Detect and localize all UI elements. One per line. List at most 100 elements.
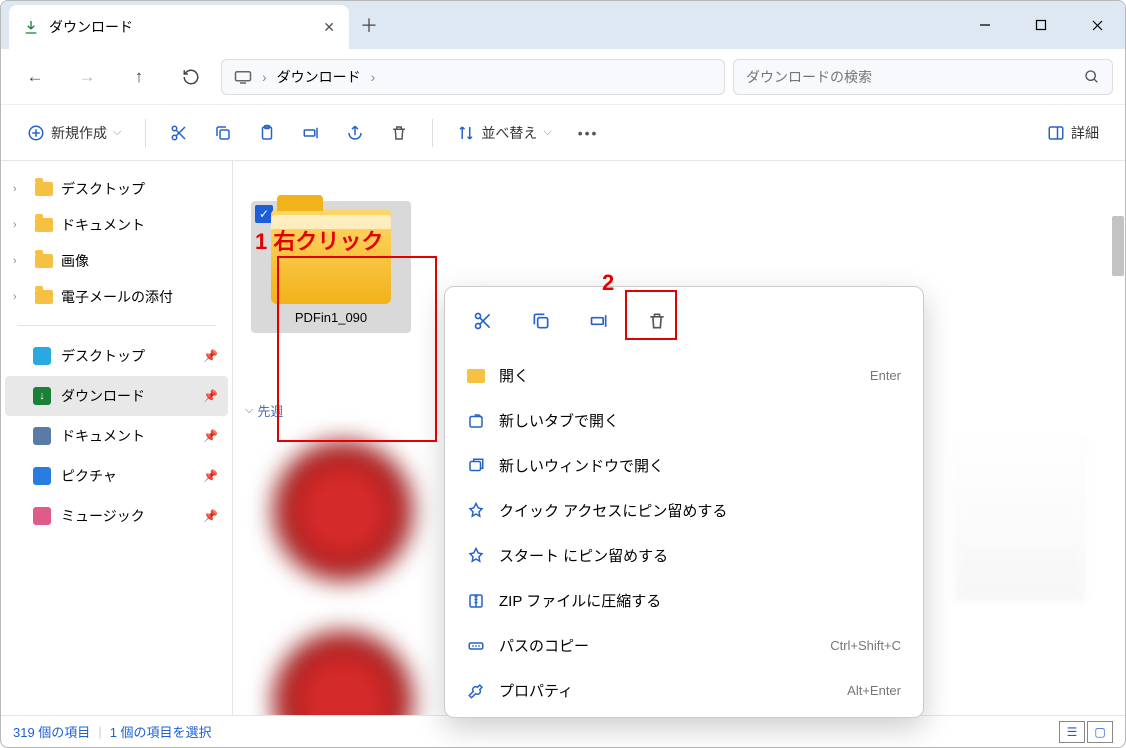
maximize-button[interactable] xyxy=(1013,1,1069,49)
tree-item-label: デスクトップ xyxy=(61,179,145,199)
folder-icon xyxy=(35,254,53,268)
tree-item[interactable]: ›電子メールの添付 xyxy=(5,279,228,315)
context-menu-item[interactable]: スタート にピン留めする xyxy=(445,533,923,578)
tree-item[interactable]: ›ドキュメント xyxy=(5,207,228,243)
close-tab-icon[interactable]: ✕ xyxy=(323,19,335,36)
chevron-right-icon: › xyxy=(371,69,376,85)
separator xyxy=(145,119,146,147)
pin-icon: 📌 xyxy=(203,469,218,483)
blurred-item xyxy=(273,441,413,581)
tree-item[interactable]: › デスクトップ xyxy=(5,171,228,207)
status-selection: 1 個の項目を選択 xyxy=(110,722,212,741)
details-pane-button[interactable]: 詳細 xyxy=(1037,115,1109,151)
copy-icon xyxy=(531,311,551,331)
wrench-icon xyxy=(467,682,485,700)
copy-icon xyxy=(214,124,232,142)
context-menu-item[interactable]: ZIP ファイルに圧縮する xyxy=(445,578,923,623)
rename-icon xyxy=(589,311,609,331)
context-menu-label: 新しいウィンドウで開く xyxy=(499,455,664,476)
tree-item-label: ドキュメント xyxy=(61,215,145,235)
scrollbar-thumb[interactable] xyxy=(1112,216,1124,276)
copy-button[interactable] xyxy=(204,115,242,151)
blurred-item xyxy=(273,631,413,715)
quick-access-label: ミュージック xyxy=(61,506,145,526)
quick-access-label: デスクトップ xyxy=(61,346,145,366)
tree-item-label: 画像 xyxy=(61,251,89,271)
sidebar[interactable]: ›デスクトップ›ドキュメント›画像›電子メールの添付 デスクトップ📌↓ダウンロー… xyxy=(1,161,233,715)
delete-button[interactable] xyxy=(380,115,418,151)
chevron-right-icon: › xyxy=(13,183,27,195)
sort-icon xyxy=(457,124,475,142)
folder-icon xyxy=(35,182,53,196)
search-input[interactable] xyxy=(746,69,1084,85)
pin-icon: 📌 xyxy=(203,509,218,523)
context-quick-actions xyxy=(445,295,923,353)
context-menu-label: パスのコピー xyxy=(499,635,589,656)
quick-access-item[interactable]: デスクトップ📌 xyxy=(5,336,228,376)
titlebar: ダウンロード ✕ ＋ xyxy=(1,1,1125,49)
back-button[interactable]: ← xyxy=(13,57,57,97)
chevron-right-icon: › xyxy=(13,255,27,267)
quick-access-icon xyxy=(33,427,51,445)
quick-access-label: ドキュメント xyxy=(61,426,145,446)
toolbar: 新規作成 ⌵ 並べ替え ⌵ ••• 詳細 xyxy=(1,105,1125,161)
folder-icon xyxy=(467,369,485,383)
close-window-button[interactable] xyxy=(1069,1,1125,49)
monitor-icon xyxy=(234,70,252,84)
sort-button[interactable]: 並べ替え ⌵ xyxy=(447,115,561,151)
refresh-button[interactable] xyxy=(169,57,213,97)
annotation-box-1 xyxy=(277,256,437,442)
context-menu-item[interactable]: 開くEnter xyxy=(445,353,923,398)
pin-icon: 📌 xyxy=(203,389,218,403)
quick-access-item[interactable]: ピクチャ📌 xyxy=(5,456,228,496)
ctx-cut-button[interactable] xyxy=(459,301,507,341)
share-button[interactable] xyxy=(336,115,374,151)
sidebar-divider xyxy=(17,325,216,326)
context-menu-item[interactable]: クイック アクセスにピン留めする xyxy=(445,488,923,533)
rename-button[interactable] xyxy=(292,115,330,151)
quick-access-item[interactable]: ドキュメント📌 xyxy=(5,416,228,456)
forward-button[interactable]: → xyxy=(65,57,109,97)
details-pane-icon xyxy=(1047,124,1065,142)
new-button[interactable]: 新規作成 ⌵ xyxy=(17,115,131,151)
context-menu-item[interactable]: パスのコピーCtrl+Shift+C xyxy=(445,623,923,668)
paste-button[interactable] xyxy=(248,115,286,151)
context-menu-label: 新しいタブで開く xyxy=(499,410,619,431)
details-label: 詳細 xyxy=(1071,123,1099,143)
chevron-right-icon: › xyxy=(13,291,27,303)
context-menu-item[interactable]: 新しいタブで開く xyxy=(445,398,923,443)
search-box[interactable] xyxy=(733,59,1113,95)
breadcrumb[interactable]: › ダウンロード › xyxy=(221,59,725,95)
more-button[interactable]: ••• xyxy=(568,115,609,151)
view-mode-switch: ☰ ▢ xyxy=(1059,721,1113,743)
zip-icon xyxy=(467,592,485,610)
tree-item[interactable]: › 画像 xyxy=(5,243,228,279)
status-item-count: 319 個の項目 xyxy=(13,722,90,741)
ctx-rename-button[interactable] xyxy=(575,301,623,341)
share-icon xyxy=(346,124,364,142)
view-icons-button[interactable]: ▢ xyxy=(1087,721,1113,743)
quick-access-item[interactable]: ↓ダウンロード📌 xyxy=(5,376,228,416)
context-menu-item[interactable]: プロパティAlt+Enter xyxy=(445,668,923,713)
quick-access-item[interactable]: ミュージック 📌 xyxy=(5,496,228,536)
quick-access-icon xyxy=(33,347,51,365)
new-tab-icon xyxy=(467,412,485,430)
view-details-button[interactable]: ☰ xyxy=(1059,721,1085,743)
context-menu-label: プロパティ xyxy=(499,680,573,701)
context-menu-shortcut: Enter xyxy=(870,368,901,383)
new-label: 新規作成 xyxy=(51,123,107,143)
quick-access-icon xyxy=(33,467,51,485)
ctx-copy-button[interactable] xyxy=(517,301,565,341)
folder-icon xyxy=(35,218,53,232)
tab-downloads[interactable]: ダウンロード ✕ xyxy=(9,5,349,49)
new-window-icon xyxy=(467,457,485,475)
details-preview xyxy=(955,441,1085,601)
breadcrumb-location[interactable]: ダウンロード xyxy=(277,67,361,87)
new-tab-button[interactable]: ＋ xyxy=(349,1,389,49)
minimize-button[interactable] xyxy=(957,1,1013,49)
cut-button[interactable] xyxy=(160,115,198,151)
up-button[interactable]: ↑ xyxy=(117,57,161,97)
scissors-icon xyxy=(170,124,188,142)
quick-access-icon: ↓ xyxy=(33,387,51,405)
context-menu-item[interactable]: 新しいウィンドウで開く xyxy=(445,443,923,488)
